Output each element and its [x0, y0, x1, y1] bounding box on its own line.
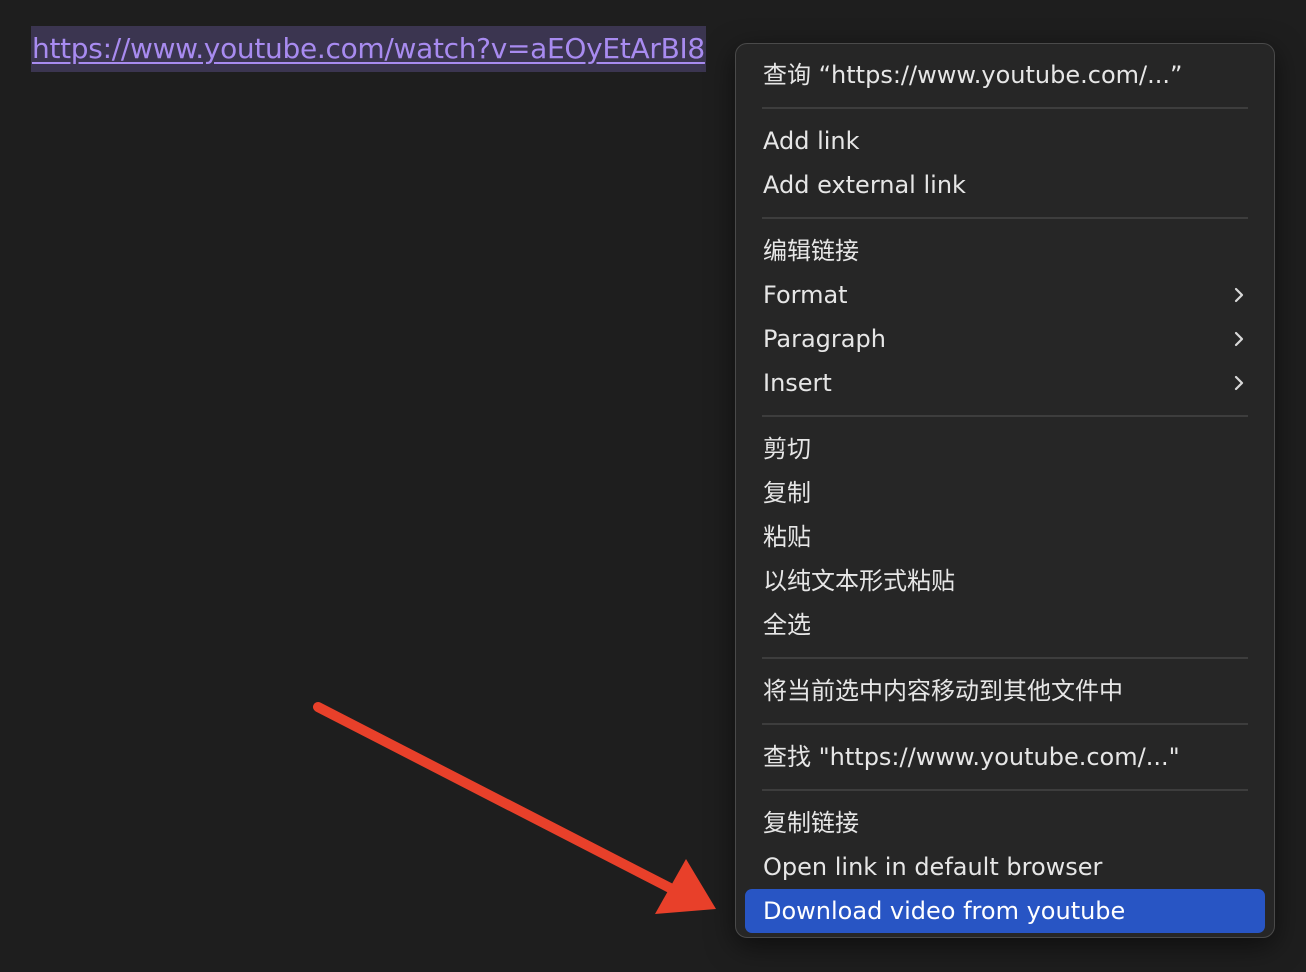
- menu-item-label: Insert: [763, 369, 832, 397]
- menu-item-label: 复制链接: [763, 809, 859, 837]
- menu-item-label: Format: [763, 281, 848, 309]
- menu-item-label: Download video from youtube: [763, 897, 1126, 925]
- menu-item-label: 以纯文本形式粘贴: [763, 567, 955, 595]
- menu-separator: [762, 657, 1248, 659]
- arrow-head: [655, 859, 716, 914]
- menu-item-label: Add external link: [763, 171, 966, 199]
- menu-item-label: 编辑链接: [763, 237, 859, 265]
- menu-item-g4-i0[interactable]: 将当前选中内容移动到其他文件中: [745, 669, 1265, 713]
- editor-window: https://www.youtube.com/watch?v=aEOyEtAr…: [0, 0, 1306, 972]
- chevron-right-icon: [1234, 375, 1244, 391]
- menu-item-https-www-youtube-com[interactable]: 查找 "https://www.youtube.com/...": [745, 735, 1265, 779]
- menu-separator: [762, 789, 1248, 791]
- menu-item-label: 剪切: [763, 435, 811, 463]
- menu-item-label: 将当前选中内容移动到其他文件中: [763, 677, 1123, 705]
- menu-item-g3-i3[interactable]: 以纯文本形式粘贴: [745, 559, 1265, 603]
- menu-item-label: Add link: [763, 127, 860, 155]
- menu-separator: [762, 415, 1248, 417]
- menu-item-download-video-from-youtube[interactable]: Download video from youtube: [745, 889, 1265, 933]
- menu-item-label: 查询 “https://www.youtube.com/...”: [763, 61, 1183, 89]
- menu-item-g3-i4[interactable]: 全选: [745, 603, 1265, 647]
- menu-separator: [762, 217, 1248, 219]
- context-menu: 查询 “https://www.youtube.com/...” Add link…: [735, 43, 1275, 938]
- menu-item-add-link[interactable]: Add link: [745, 119, 1265, 163]
- arrow-shaft: [313, 702, 677, 894]
- menu-item-add-external-link[interactable]: Add external link: [745, 163, 1265, 207]
- menu-item-paragraph[interactable]: Paragraph: [745, 317, 1265, 361]
- menu-item-g3-i0[interactable]: 剪切: [745, 427, 1265, 471]
- menu-item-g2-i0[interactable]: 编辑链接: [745, 229, 1265, 273]
- menu-item-g3-i1[interactable]: 复制: [745, 471, 1265, 515]
- menu-item-open-link-in-default-browser[interactable]: Open link in default browser: [745, 845, 1265, 889]
- menu-item-label: Open link in default browser: [763, 853, 1103, 881]
- menu-item-g3-i2[interactable]: 粘贴: [745, 515, 1265, 559]
- menu-item-label: 粘贴: [763, 523, 811, 551]
- menu-item-g6-i0[interactable]: 复制链接: [745, 801, 1265, 845]
- menu-item-label: 查找 "https://www.youtube.com/...": [763, 743, 1180, 771]
- selected-youtube-link[interactable]: https://www.youtube.com/watch?v=aEOyEtAr…: [31, 26, 706, 72]
- menu-item-format[interactable]: Format: [745, 273, 1265, 317]
- menu-item-label: 全选: [763, 611, 811, 639]
- menu-item-label: 复制: [763, 479, 811, 507]
- menu-item-insert[interactable]: Insert: [745, 361, 1265, 405]
- chevron-right-icon: [1234, 287, 1244, 303]
- menu-separator: [762, 107, 1248, 109]
- chevron-right-icon: [1234, 331, 1244, 347]
- menu-separator: [762, 723, 1248, 725]
- menu-item-https-www-youtube-com[interactable]: 查询 “https://www.youtube.com/...”: [745, 53, 1265, 97]
- menu-item-label: Paragraph: [763, 325, 886, 353]
